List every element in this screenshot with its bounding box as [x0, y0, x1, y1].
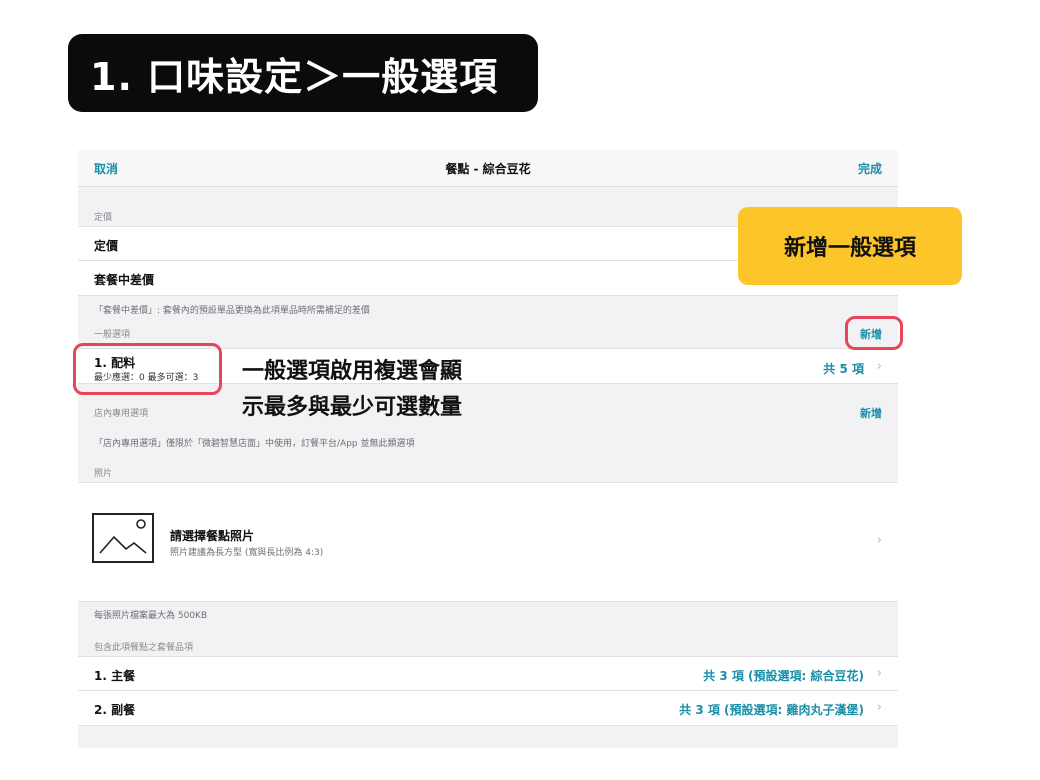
photo-picker-title: 請選擇餐點照片 — [170, 529, 255, 543]
chevron-right-icon: › — [876, 700, 882, 715]
add-option-callout-text: 新增一般選項 — [783, 236, 916, 261]
combo-item-value: 共 3 項 (預設選項: 雞肉丸子漢堡) — [679, 703, 864, 717]
section-label-price: 定價 — [94, 213, 113, 223]
page-title: 餐點 - 綜合豆花 — [445, 162, 531, 176]
tutorial-title: 1. 口味設定＞一般選項 — [90, 54, 499, 99]
store-options-note: 「店內專用選項」僅限於「微碧智慧店面」中使用，訂餐平台/App 並無此類選項 — [94, 439, 415, 449]
multi-select-annotation: 一般選項啟用複選會顯 示最多與最少可選數量 — [242, 354, 462, 426]
photo-size-note: 每張照片檔案最大為 500KB — [94, 611, 208, 621]
add-button-highlight — [845, 316, 903, 350]
navbar: 取消 餐點 - 綜合豆花 完成 — [78, 150, 898, 187]
combo-item-row[interactable]: 2. 副餐 共 3 項 (預設選項: 雞肉丸子漢堡) › — [78, 691, 898, 726]
section-label-photo: 照片 — [94, 469, 113, 479]
general-option-count: 共 5 項 — [823, 362, 864, 376]
image-placeholder-icon — [92, 513, 154, 563]
chevron-right-icon: › — [876, 533, 882, 548]
multi-select-annotation-line2: 示最多與最少可選數量 — [242, 395, 463, 420]
combo-item-row[interactable]: 1. 主餐 共 3 項 (預設選項: 綜合豆花) › — [78, 656, 898, 691]
price-diff-note: 「套餐中差價」: 套餐內的預設單品更換為此項單品時所需補足的差價 — [94, 306, 370, 316]
combo-price-diff-label: 套餐中差價 — [94, 273, 155, 287]
tutorial-title-banner: 1. 口味設定＞一般選項 — [68, 34, 538, 112]
option-limits-highlight — [73, 343, 222, 395]
chevron-right-icon: › — [876, 359, 882, 374]
section-label-combo-items: 包含此項餐點之套餐品項 — [94, 643, 194, 653]
combo-item-label: 1. 主餐 — [94, 669, 136, 683]
photo-picker-hint: 照片建議為長方型 (寬與長比例為 4:3) — [170, 548, 324, 558]
chevron-right-icon: › — [876, 666, 882, 681]
price-label: 定價 — [94, 239, 119, 253]
add-option-callout: 新增一般選項 — [738, 207, 962, 285]
combo-item-value: 共 3 項 (預設選項: 綜合豆花) — [703, 669, 864, 683]
add-store-option-button[interactable]: 新增 — [860, 405, 882, 421]
done-button[interactable]: 完成 — [858, 160, 882, 177]
multi-select-annotation-line1: 一般選項啟用複選會顯 — [242, 359, 463, 384]
section-label-general-options: 一般選項 — [94, 330, 131, 340]
combo-item-label: 2. 副餐 — [94, 703, 136, 717]
photo-picker-row[interactable]: 請選擇餐點照片 照片建議為長方型 (寬與長比例為 4:3) › — [78, 482, 898, 602]
section-label-store-options: 店內專用選項 — [94, 409, 149, 419]
